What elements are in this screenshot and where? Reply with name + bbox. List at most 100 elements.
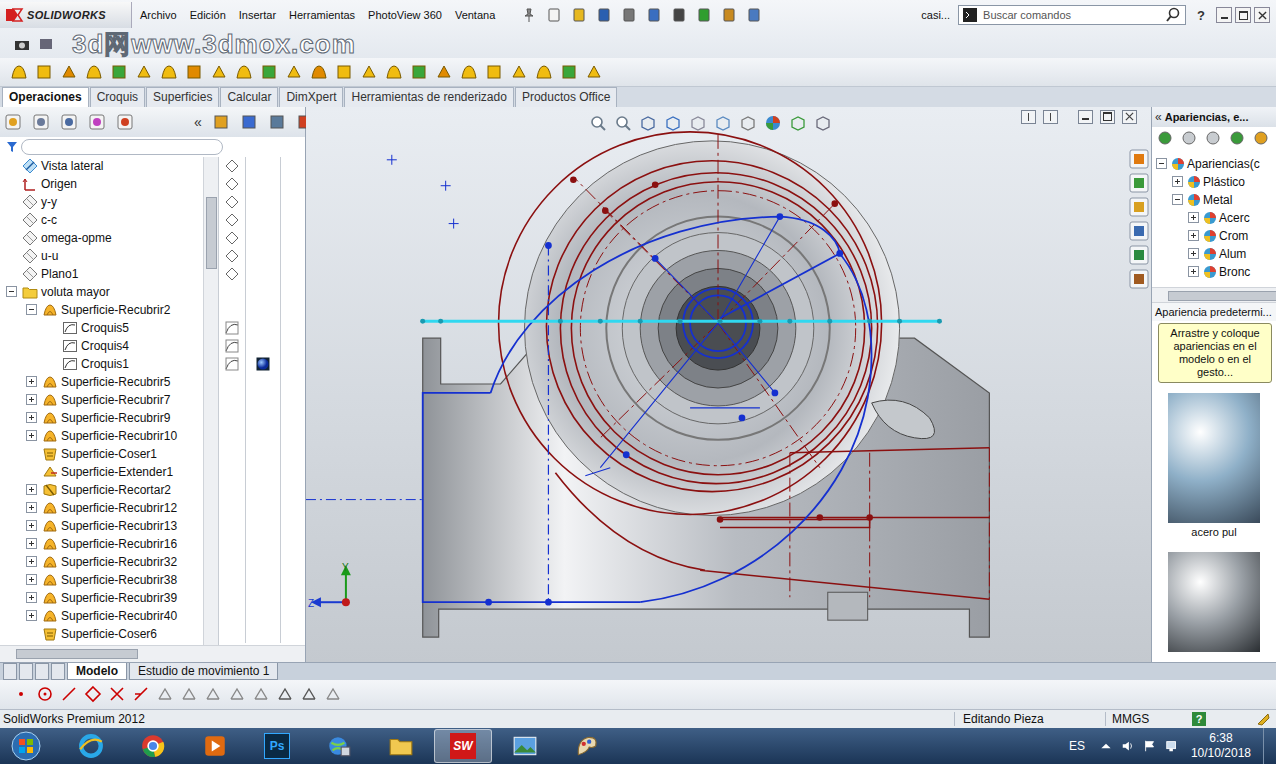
appearance-swatch[interactable]: [1152, 548, 1276, 662]
expand-toggle[interactable]: [1188, 230, 1199, 241]
panel-tab-icon[interactable]: [116, 113, 134, 131]
media-taskbar-button[interactable]: [186, 729, 244, 763]
tree-item[interactable]: Superficie-Recubrir13: [0, 517, 203, 535]
task-pane-tab-icon[interactable]: [1129, 221, 1149, 241]
appearance-folder[interactable]: Acerc: [1152, 209, 1276, 227]
pane-tool-icon[interactable]: [1205, 130, 1221, 146]
clock[interactable]: 6:38 10/10/2018: [1187, 731, 1255, 761]
tree-scrollbar[interactable]: [203, 157, 218, 645]
visibility-icon[interactable]: [225, 213, 239, 227]
tab-scroll-button[interactable]: [3, 663, 17, 680]
globe-taskbar-button[interactable]: [310, 729, 368, 763]
sketch-tool-icon[interactable]: [324, 685, 342, 703]
expand-toggle[interactable]: [26, 376, 37, 387]
sketch-tool-icon[interactable]: [60, 685, 78, 703]
toolbar-icon[interactable]: [596, 7, 612, 23]
action-center-icon[interactable]: [1143, 739, 1157, 753]
feature-tool-icon[interactable]: [260, 63, 278, 81]
collapse-button[interactable]: «: [1155, 110, 1162, 124]
sketch-tool-icon[interactable]: [300, 685, 318, 703]
toolbar-icon[interactable]: [571, 7, 587, 23]
tree-item[interactable]: c-c: [0, 211, 203, 229]
viewport-minimize-button[interactable]: [1078, 110, 1093, 124]
tree-item[interactable]: Superficie-Recubrir5: [0, 373, 203, 391]
toolbar-icon[interactable]: [646, 7, 662, 23]
tree-item[interactable]: Croquis4: [0, 337, 203, 355]
panel-tab-icon[interactable]: [32, 113, 50, 131]
menu-item[interactable]: Archivo: [140, 9, 177, 21]
photoshop-taskbar-button[interactable]: Ps: [248, 729, 306, 763]
display-pane-icon[interactable]: [212, 113, 230, 131]
tree-item[interactable]: Croquis1: [0, 355, 203, 373]
sketch-tool-icon[interactable]: [276, 685, 294, 703]
view-tool-icon[interactable]: [689, 114, 707, 132]
feature-tool-icon[interactable]: [185, 63, 203, 81]
camera-icon[interactable]: [14, 36, 30, 52]
tree-item[interactable]: Superficie-Recortar2: [0, 481, 203, 499]
feature-tool-icon[interactable]: [35, 63, 53, 81]
feature-tool-icon[interactable]: [510, 63, 528, 81]
sketch-tool-icon[interactable]: [132, 685, 150, 703]
chrome-taskbar-button[interactable]: [124, 729, 182, 763]
view-tool-icon[interactable]: [764, 114, 782, 132]
feature-tool-icon[interactable]: [360, 63, 378, 81]
viewport-close-button[interactable]: [1122, 110, 1137, 124]
expand-toggle[interactable]: [1172, 194, 1183, 205]
menu-item[interactable]: Insertar: [239, 9, 276, 21]
feature-tool-icon[interactable]: [535, 63, 553, 81]
toolbar-icon[interactable]: [746, 7, 762, 23]
tree-item[interactable]: Superficie-Recubrir12: [0, 499, 203, 517]
task-pane-tab-icon[interactable]: [1129, 173, 1149, 193]
panel-tab-icon[interactable]: [60, 113, 78, 131]
feature-tool-icon[interactable]: [335, 63, 353, 81]
view-tool-icon[interactable]: [589, 114, 607, 132]
appearance-sphere-icon[interactable]: [256, 357, 270, 371]
sketch-visibility-icon[interactable]: [225, 357, 239, 371]
expand-toggle[interactable]: [26, 502, 37, 513]
expand-toggle[interactable]: [26, 592, 37, 603]
show-desktop-button[interactable]: [1263, 728, 1276, 764]
unit-system[interactable]: MMGS: [1105, 712, 1192, 726]
expand-toggle[interactable]: [26, 430, 37, 441]
view-icon[interactable]: [38, 36, 54, 52]
task-pane-tab-icon[interactable]: [1129, 269, 1149, 289]
collapse-button[interactable]: «: [194, 114, 202, 130]
blue-sketch[interactable]: [306, 155, 872, 605]
tree-item[interactable]: Superficie-Recubrir39: [0, 589, 203, 607]
toolbar-icon[interactable]: [546, 7, 562, 23]
view-tool-icon[interactable]: [664, 114, 682, 132]
expand-toggle[interactable]: [26, 484, 37, 495]
tree-item[interactable]: Croquis5: [0, 319, 203, 337]
tab-scroll-button[interactable]: [35, 663, 49, 680]
tree-item[interactable]: Superficie-Recubrir10: [0, 427, 203, 445]
centerline[interactable]: [420, 318, 942, 323]
command-tab[interactable]: Productos Office: [515, 87, 618, 107]
command-tab[interactable]: Calcular: [220, 87, 278, 107]
sketch-tool-icon[interactable]: [180, 685, 198, 703]
graphics-area[interactable]: Y Z: [306, 107, 1151, 662]
feature-tool-icon[interactable]: [560, 63, 578, 81]
expand-toggle[interactable]: [26, 574, 37, 585]
view-tool-icon[interactable]: [714, 114, 732, 132]
tree-item[interactable]: Superficie-Coser1: [0, 445, 203, 463]
sketch-tool-icon[interactable]: [252, 685, 270, 703]
volume-icon[interactable]: [1121, 739, 1135, 753]
show-hidden-icon[interactable]: [1099, 739, 1113, 753]
feature-tool-icon[interactable]: [285, 63, 303, 81]
tree-item[interactable]: Superficie-Recubrir7: [0, 391, 203, 409]
command-search[interactable]: Buscar comandos: [958, 5, 1186, 25]
sketch-tool-icon[interactable]: [156, 685, 174, 703]
appearance-tree-scrollbar[interactable]: [1152, 287, 1276, 303]
expand-toggle[interactable]: [26, 538, 37, 549]
minimize-button[interactable]: [1216, 7, 1232, 23]
toolbar-icon[interactable]: [621, 7, 637, 23]
ie-taskbar-button[interactable]: [62, 729, 120, 763]
task-pane-tab-icon[interactable]: [1129, 197, 1149, 217]
tree-item[interactable]: Superficie-Recubrir2: [0, 301, 203, 319]
sketch-tool-icon[interactable]: [12, 685, 30, 703]
tab-scroll-button[interactable]: [19, 663, 33, 680]
view-tool-icon[interactable]: [814, 114, 832, 132]
task-pane-tab-icon[interactable]: [1129, 149, 1149, 169]
appearance-folder[interactable]: Metal: [1152, 191, 1276, 209]
link-view-button[interactable]: [1043, 110, 1058, 124]
